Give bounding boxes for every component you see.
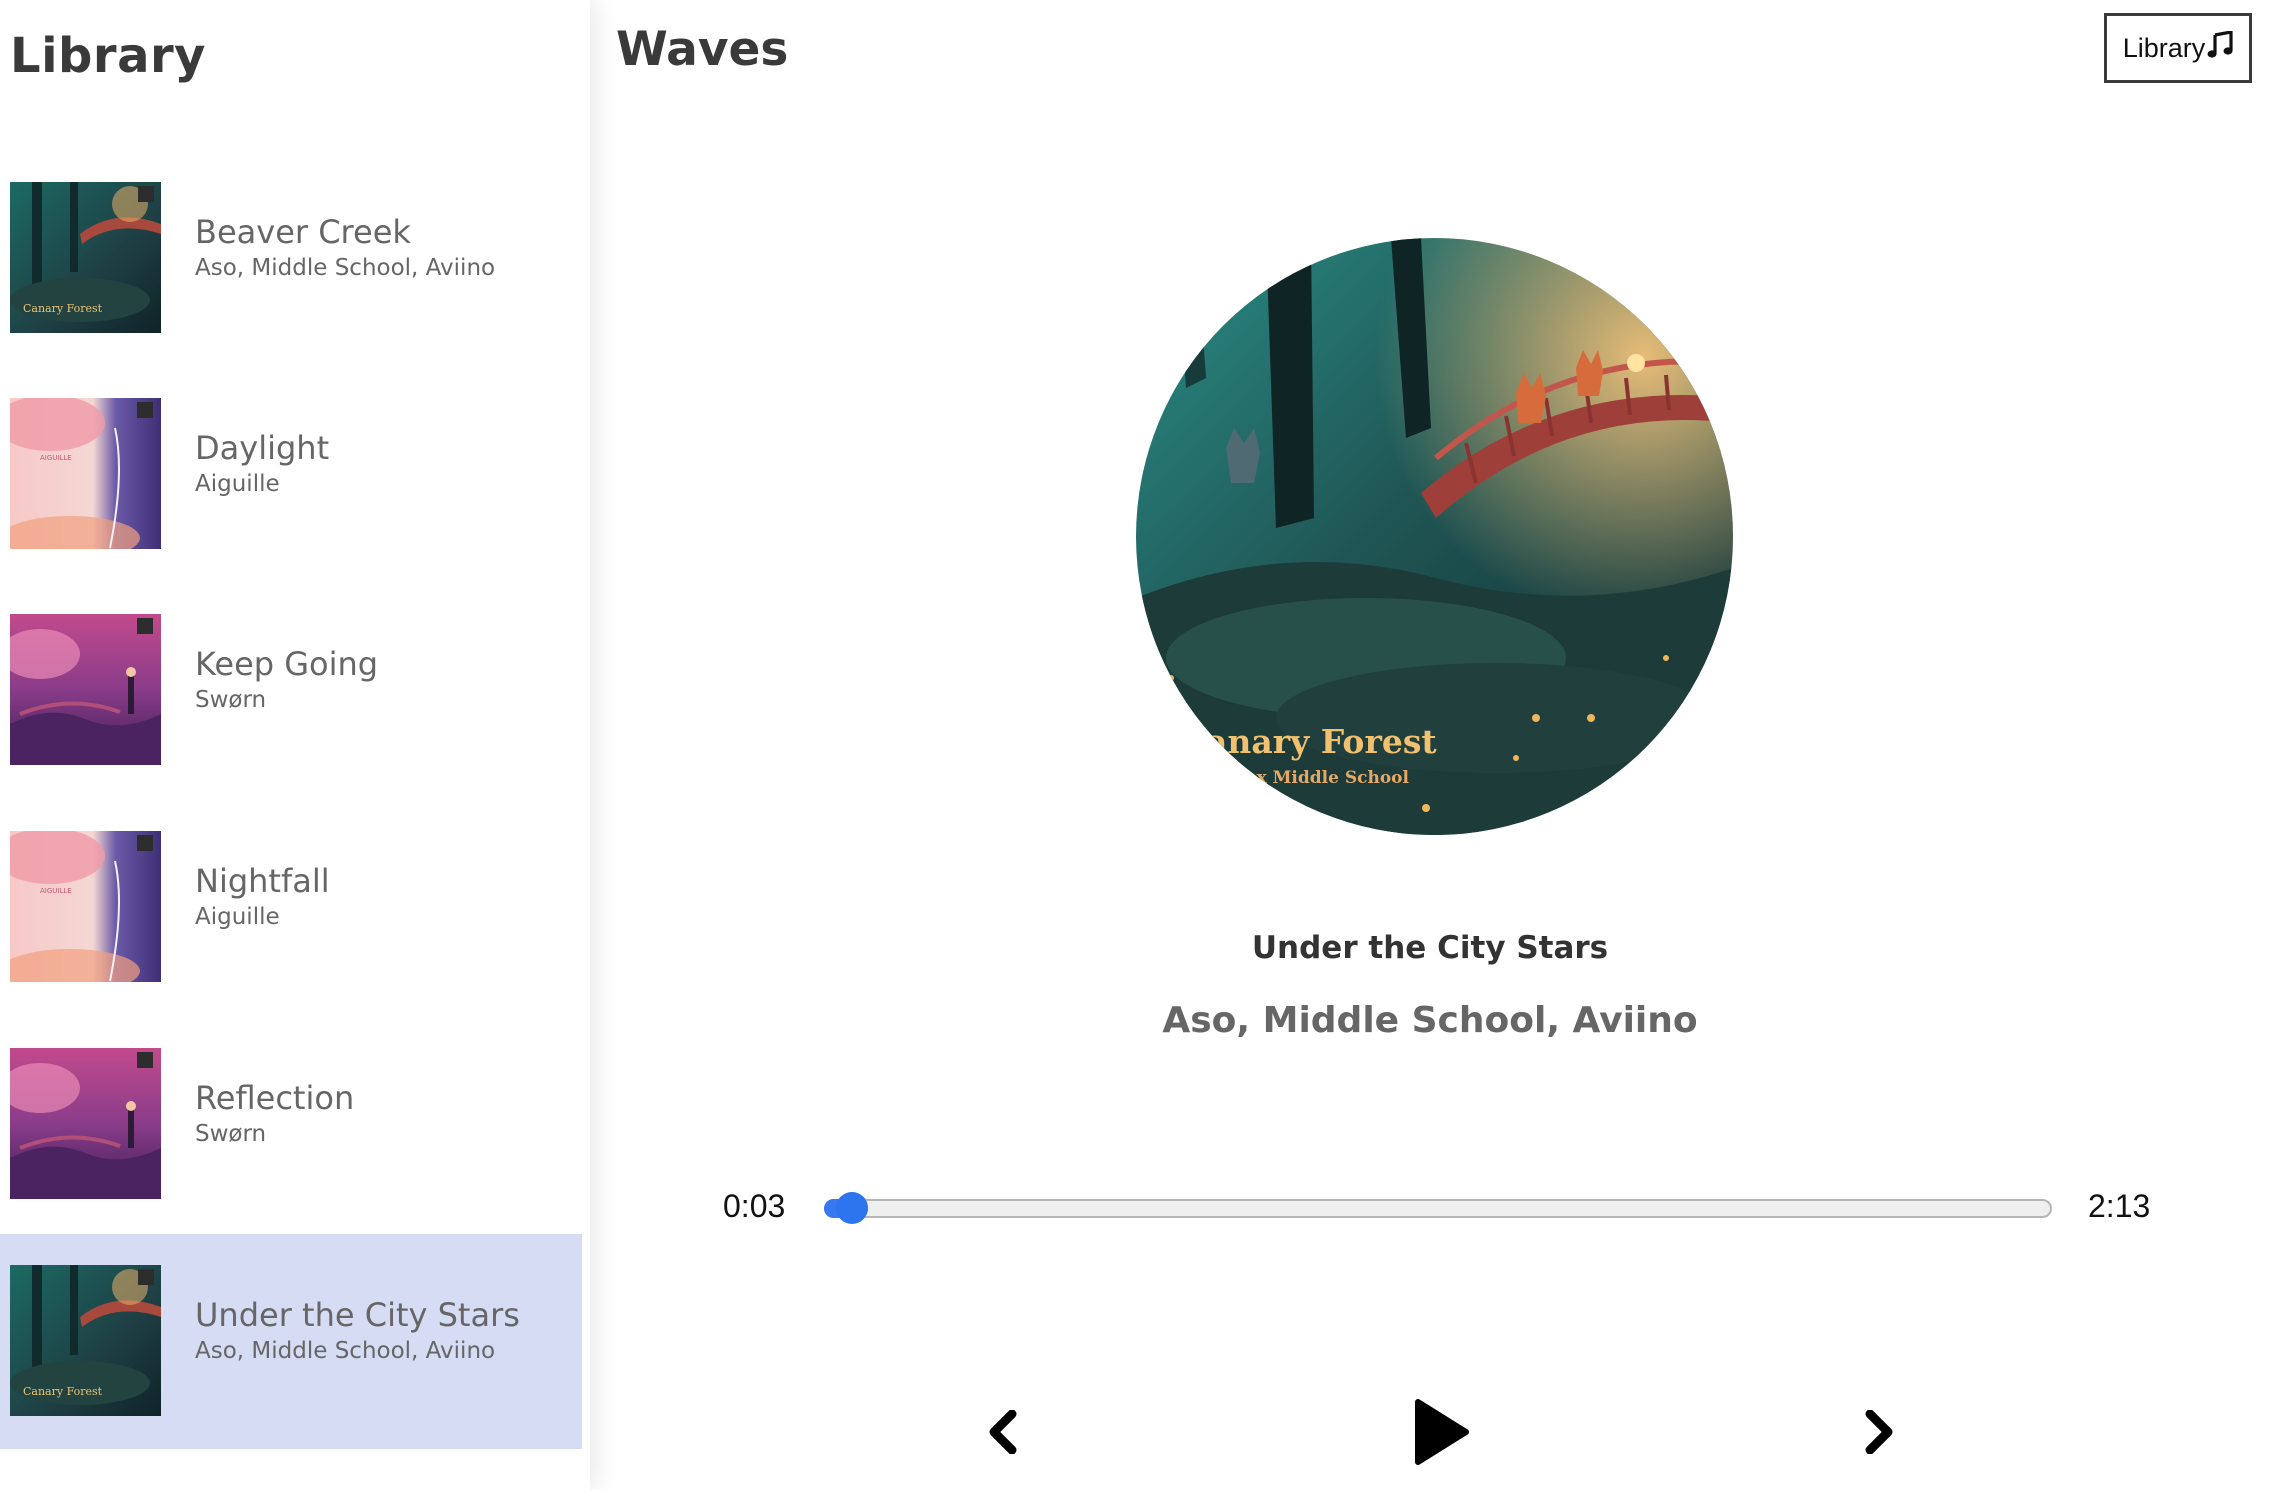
song-artist: Swørn (195, 1121, 267, 1147)
song-item[interactable]: AIGUILLE Nightfall Aiguille (0, 800, 582, 1015)
chevron-left-icon (989, 1409, 1017, 1455)
song-name: Beaver Creek (195, 213, 411, 251)
song-cover-image: AIGUILLE (10, 831, 161, 982)
song-artist: Aso, Middle School, Aviino (195, 1338, 496, 1364)
svg-text:AIGUILLE: AIGUILLE (40, 887, 72, 895)
song-item[interactable]: Keep Going Swørn (0, 583, 582, 798)
player-panel: Under the City Stars Aso, Middle School,… (590, 0, 2270, 1490)
song-cover-image: Canary Forest (10, 1265, 161, 1416)
song-text: Daylight Aiguille (195, 429, 329, 497)
progress-thumb[interactable] (835, 1192, 868, 1224)
song-name: Keep Going (195, 645, 379, 683)
current-song-artist: Aso, Middle School, Aviino (1162, 1000, 1698, 1041)
song-cover-image (10, 614, 161, 765)
song-artist: Swørn (195, 687, 267, 713)
play-button[interactable] (1410, 1398, 1470, 1470)
song-item[interactable]: Canary Forest Beaver Creek Aso, Middle S… (0, 151, 582, 366)
song-name: Under the City Stars (195, 1296, 520, 1334)
song-item[interactable]: AIGUILLE Daylight Aiguille (0, 367, 582, 582)
total-time: 2:13 (2088, 1188, 2151, 1224)
song-text: Under the City Stars Aso, Middle School,… (195, 1296, 520, 1364)
song-item[interactable]: Reflection Swørn (0, 1017, 582, 1232)
progress-track[interactable] (824, 1199, 2052, 1218)
svg-text:Canary Forest: Canary Forest (23, 1385, 103, 1398)
library-title: Library (10, 28, 206, 84)
song-artist: Aiguille (195, 904, 280, 930)
song-cover-image: AIGUILLE (10, 398, 161, 549)
song-name: Nightfall (195, 862, 330, 900)
song-cover-image (10, 1048, 161, 1199)
song-text: Reflection Swørn (195, 1079, 354, 1147)
chevron-right-icon (1865, 1409, 1893, 1455)
song-name: Daylight (195, 429, 330, 467)
svg-text:Canary Forest: Canary Forest (23, 302, 103, 315)
current-song-title: Under the City Stars (1251, 930, 1609, 966)
song-item-active[interactable]: Canary Forest Under the City Stars Aso, … (0, 1234, 582, 1449)
next-button[interactable] (1862, 1409, 1898, 1458)
svg-text:AIGUILLE: AIGUILLE (40, 454, 72, 462)
song-cover-image: Canary Forest (10, 182, 161, 333)
song-text: Nightfall Aiguille (195, 862, 330, 930)
current-time: 0:03 (723, 1188, 786, 1224)
library-sidebar: Library Canary Forest Beaver Creek Aso, … (0, 0, 590, 1490)
song-text: Keep Going Swørn (195, 645, 378, 713)
play-icon (1415, 1399, 1469, 1465)
song-name: Reflection (195, 1079, 355, 1117)
song-text: Beaver Creek Aso, Middle School, Aviino (195, 213, 495, 281)
previous-button[interactable] (984, 1409, 1020, 1458)
song-artist: Aiguille (195, 471, 280, 497)
song-artist: Aso, Middle School, Aviino (195, 255, 496, 281)
